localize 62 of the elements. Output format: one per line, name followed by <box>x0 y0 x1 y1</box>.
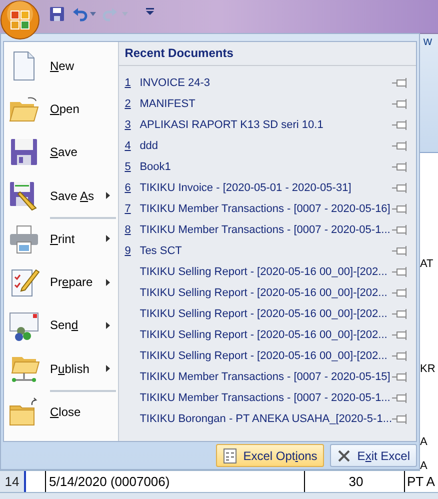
recent-document-item[interactable]: 6 TIKIKU Invoice - [2020-05-01 - 2020-05-31] <box>118 177 416 198</box>
recent-document-item[interactable]: TIKIKU Selling Report - [2020-05-16 00_00]-[202... <box>118 282 416 303</box>
submenu-arrow-icon <box>106 365 110 372</box>
caret-icon[interactable] <box>90 12 96 16</box>
recent-document-item[interactable]: 9 Tes SCT <box>118 240 416 261</box>
pin-icon[interactable] <box>392 414 408 424</box>
pin-icon[interactable] <box>392 266 408 276</box>
menu-item[interactable]: Send <box>4 304 118 348</box>
undo-icon[interactable] <box>72 6 88 22</box>
recent-document-item[interactable]: 8 TIKIKU Member Transactions - [0007 - 2020-05-1... <box>118 219 416 240</box>
customize-icon[interactable] <box>146 8 154 16</box>
recent-document-item[interactable]: 3 APLIKASI RAPORT K13 SD seri 10.1 <box>118 114 416 135</box>
pin-icon[interactable] <box>392 330 408 340</box>
pin-icon[interactable] <box>392 288 408 298</box>
pin-icon[interactable] <box>392 98 408 108</box>
pin-icon[interactable] <box>392 372 408 382</box>
recent-document-item[interactable]: 5 Book1 <box>118 156 416 177</box>
recent-document-item[interactable]: 1 INVOICE 24-3 <box>118 72 416 93</box>
pin-icon[interactable] <box>392 392 408 402</box>
recent-document-item[interactable]: TIKIKU Selling Report - [2020-05-16 00_00]-[202... <box>118 324 416 345</box>
submenu-arrow-icon <box>106 278 110 286</box>
pin-icon[interactable] <box>392 204 408 214</box>
pin-icon[interactable] <box>392 182 408 192</box>
pin-icon[interactable] <box>392 162 408 172</box>
printer-icon <box>8 222 40 255</box>
tab-label[interactable]: w <box>423 34 438 152</box>
pin-icon[interactable] <box>392 140 408 150</box>
table-cell: A <box>420 459 438 473</box>
table-cell-text: PT A <box>406 473 436 491</box>
close-icon <box>337 448 352 462</box>
menu-item[interactable]: Prepare <box>4 260 118 304</box>
pin-icon[interactable] <box>392 78 408 88</box>
recent-document-item[interactable]: TIKIKU Selling Report - [2020-05-16 00_00]-[202... <box>118 303 416 324</box>
menu-item[interactable]: Open <box>4 87 118 131</box>
office-button[interactable] <box>0 0 40 40</box>
save-icon[interactable] <box>49 6 65 22</box>
section-title: Recent Documents <box>118 42 416 66</box>
menu-item[interactable]: Publish <box>4 347 118 390</box>
footer-button[interactable]: Exit Excel <box>330 444 417 467</box>
submenu-arrow-icon <box>106 192 110 200</box>
pin-icon[interactable] <box>392 246 408 256</box>
recent-document-item[interactable]: TIKIKU Borongan - PT ANEKA USAHA_[2020-5-1... <box>118 408 416 429</box>
menu-item[interactable]: Save <box>4 130 118 174</box>
recent-document-item[interactable]: 4 ddd <box>118 135 416 156</box>
submenu-arrow-icon <box>106 235 110 242</box>
menu-item[interactable]: New <box>4 44 118 88</box>
pin-icon[interactable] <box>392 350 408 360</box>
pin-icon[interactable] <box>392 120 408 130</box>
redo-icon <box>102 6 118 22</box>
footer-button[interactable]: Excel Options <box>216 444 324 467</box>
recent-document-item[interactable]: TIKIKU Member Transactions - [0007 - 2020-05-15] <box>118 366 416 387</box>
pin-icon[interactable] <box>392 224 408 234</box>
pin-icon[interactable] <box>392 308 408 318</box>
row-header: 14 <box>0 471 26 492</box>
recent-document-item[interactable]: TIKIKU Member Transactions - [0007 - 2020-05-1... <box>118 387 416 408</box>
recent-document-item[interactable]: 2 MANIFEST <box>118 93 416 114</box>
submenu-arrow-icon <box>106 322 110 329</box>
recent-document-item[interactable]: TIKIKU Selling Report - [2020-05-16 00_00]-[202... <box>118 261 416 282</box>
menu-item[interactable]: Save As <box>4 174 118 218</box>
recent-document-item[interactable]: TIKIKU Selling Report - [2020-05-16 00_00]-[202... <box>118 345 416 366</box>
recent-document-item[interactable]: 7 TIKIKU Member Transactions - [0007 - 2020-05-16] <box>118 198 416 219</box>
options-icon <box>223 448 238 464</box>
